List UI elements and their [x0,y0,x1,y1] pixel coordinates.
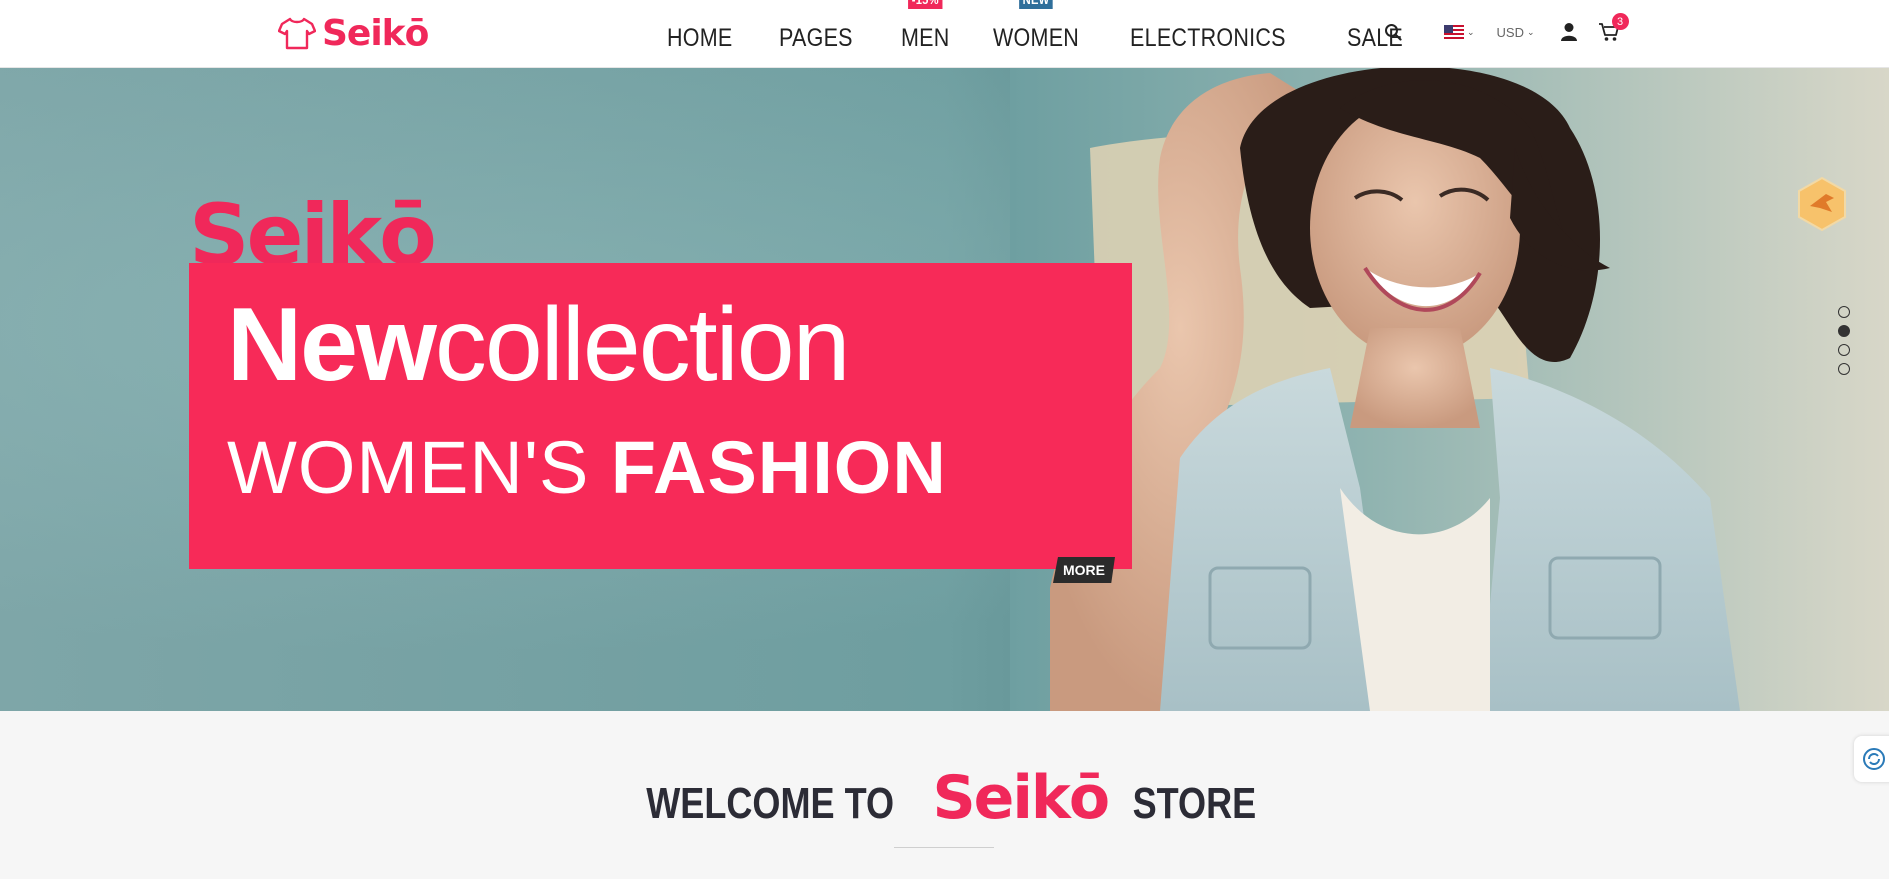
nav-women[interactable]: NEW WOMEN [993,0,1080,53]
refresh-icon [1863,748,1885,770]
site-logo[interactable]: Seikō [278,12,429,54]
hero-subheadline: WOMEN'S FASHION [227,423,947,513]
welcome-brand: Seikō [932,763,1110,833]
currency-label: USD [1496,24,1524,40]
headline-bold: New [227,287,437,403]
headline-light: collection [434,287,851,403]
search-icon[interactable] [1384,23,1402,41]
welcome-section: WELCOME TO Seikō STORE [0,711,1889,879]
tshirt-icon [278,17,316,50]
nav-electronics-label: ELECTRONICS [1129,23,1286,52]
hero-model-image [1010,68,1889,711]
slide-dot-4[interactable] [1838,363,1850,375]
user-icon[interactable] [1560,22,1578,42]
welcome-suffix: STORE [1132,779,1256,828]
bird-badge-icon[interactable] [1796,176,1848,232]
site-header: Seikō HOME PAGES -15% MEN NEW WOMEN ELEC… [0,0,1889,68]
discount-badge: -15% [908,0,943,9]
us-flag-icon [1444,25,1464,39]
nav-women-label: WOMEN [993,23,1080,52]
language-selector[interactable]: ⌄ [1444,25,1475,39]
nav-home[interactable]: HOME [667,24,733,53]
cart-icon[interactable]: 3 [1598,13,1629,42]
nav-men[interactable]: -15% MEN [901,0,950,53]
nav-pages-label: PAGES [779,23,853,52]
nav-men-label: MEN [901,23,950,52]
nav-home-label: HOME [667,23,733,52]
nav-electronics[interactable]: ELECTRONICS [1130,24,1286,53]
main-nav: HOME PAGES -15% MEN NEW WOMEN ELECTRONIC… [667,0,1412,68]
hero-slider: Seikō Newcollection WOMEN'S FASHION MORE [0,68,1889,711]
chevron-down-icon: ⌄ [1467,26,1475,37]
header-tools: ⌄ USD ⌄ 3 [1384,13,1629,50]
hero-banner: Newcollection WOMEN'S FASHION [189,263,1132,569]
hero-headline: Newcollection [227,285,851,405]
new-badge: NEW [1019,0,1054,9]
cart-count-badge: 3 [1611,13,1629,30]
section-divider [894,847,994,848]
subline-light: WOMEN'S [227,426,611,509]
slider-pagination [1838,306,1850,375]
side-widget-button[interactable] [1854,736,1889,782]
logo-text: Seikō [322,12,429,54]
slide-dot-2[interactable] [1838,325,1850,337]
subline-bold: FASHION [610,426,947,509]
slide-dot-1[interactable] [1838,306,1850,318]
welcome-title: WELCOME TO Seikō STORE [0,763,1889,833]
more-button[interactable]: MORE [1053,557,1115,583]
currency-selector[interactable]: USD ⌄ [1497,25,1535,40]
nav-pages[interactable]: PAGES [779,24,853,53]
welcome-prefix: WELCOME TO [646,779,895,828]
chevron-down-icon: ⌄ [1527,26,1535,37]
slide-dot-3[interactable] [1838,344,1850,356]
